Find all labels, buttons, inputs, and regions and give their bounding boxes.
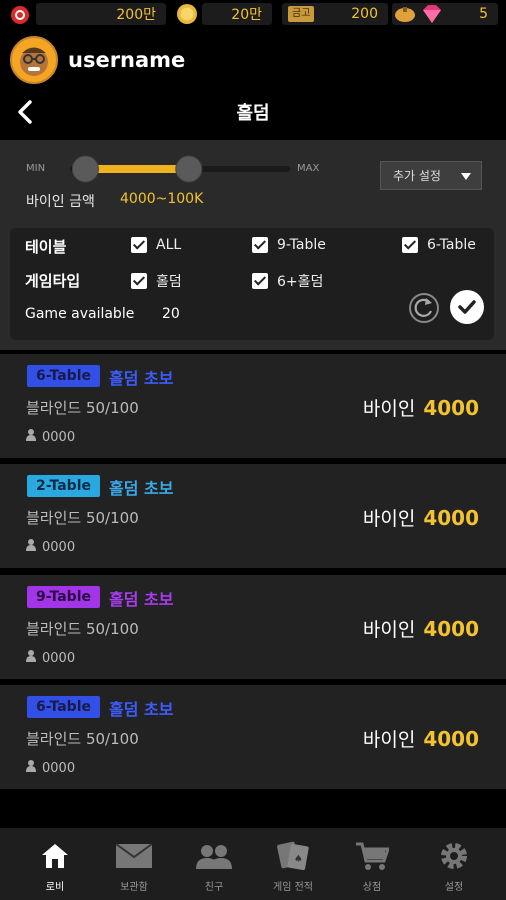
player-count: 0000 [26, 539, 75, 555]
game-room-card[interactable]: 2-Table 홀덤 초보 블라인드 50/100 0000 바이인 4000 [0, 464, 506, 568]
blind-info: 블라인드 50/100 [26, 620, 139, 638]
nav-friends[interactable]: 친구 [174, 838, 254, 893]
more-settings-label: 추가 설정 [393, 169, 441, 183]
reset-button[interactable] [408, 292, 440, 324]
game-room-card[interactable]: 9-Table 홀덤 초보 블라인드 50/100 0000 바이인 4000 [0, 575, 506, 679]
buyin-info: 바이인 4000 [362, 727, 479, 751]
blind-info: 블라인드 50/100 [26, 399, 139, 417]
buyin-info: 바이인 4000 [362, 617, 479, 641]
checkbox-checked-icon [402, 237, 418, 253]
person-icon [26, 760, 36, 776]
buyin-range-slider[interactable] [70, 154, 290, 184]
player-count: 0000 [26, 650, 75, 666]
checkbox-6plus-holdem[interactable]: 6+홀덤 [252, 271, 323, 291]
table-type-badge: 6-Table [27, 696, 101, 718]
more-settings-dropdown[interactable]: 추가 설정 [380, 161, 482, 190]
buyin-range-value: 4000~100K [120, 191, 204, 207]
cards-icon: ♠ [253, 838, 333, 874]
mail-icon [94, 838, 174, 874]
chevron-left-icon [18, 100, 32, 124]
checkbox-holdem[interactable]: 홀덤 [131, 271, 182, 291]
buyin-info: 바이인 4000 [362, 506, 479, 530]
title-bar: 홀덤 [0, 86, 506, 138]
table-type-badge: 9-Table [27, 586, 101, 608]
buyin-label: 바이인 금액 [26, 194, 95, 210]
game-name: 홀덤 초보 [109, 590, 174, 609]
svg-text:♠: ♠ [294, 854, 303, 865]
slider-min-handle[interactable] [71, 155, 99, 183]
slider-max-handle[interactable] [175, 155, 203, 183]
ticket-balance: 금고 200 [282, 3, 388, 25]
filter-panel: MIN MAX 바이인 금액 4000~100K 추가 설정 테이블 게임타입 … [0, 140, 506, 350]
person-icon [26, 650, 36, 666]
gold-coin-icon [176, 3, 198, 25]
blind-info: 블라인드 50/100 [26, 509, 139, 527]
checkbox-checked-icon [252, 273, 268, 289]
username: username [68, 48, 186, 72]
poker-chip-icon [10, 5, 30, 25]
checkbox-checked-icon [252, 237, 268, 253]
gift-bag-icon [394, 5, 416, 27]
caret-down-icon [461, 173, 471, 180]
user-profile[interactable]: username [10, 36, 185, 84]
bottom-nav: 로비 보관함 친구 ♠ 게임 전적 상점 설정 [0, 828, 506, 900]
checkbox-checked-icon [131, 237, 147, 253]
game-available-label: Game available [25, 306, 135, 322]
gold-balance: 20만 [202, 3, 272, 25]
gift-balance[interactable]: 5 [392, 3, 498, 25]
checkbox-all[interactable]: ALL [131, 237, 181, 253]
checkbox-checked-icon [131, 273, 147, 289]
apply-button[interactable] [450, 290, 484, 324]
chips-balance: 200만 [36, 3, 166, 25]
refresh-icon [409, 293, 439, 323]
currency-bar: 200만 20만 금고 200 5 [0, 0, 506, 30]
slider-max-label: MAX [297, 163, 320, 174]
slider-fill [85, 165, 189, 173]
gametype-label: 게임타입 [25, 272, 81, 290]
buyin-info: 바이인 4000 [362, 396, 479, 420]
player-count: 0000 [26, 429, 75, 445]
checkbox-9-table[interactable]: 9-Table [252, 237, 326, 253]
nav-game-record[interactable]: ♠ 게임 전적 [253, 838, 333, 893]
game-room-card[interactable]: 6-Table 홀덤 초보 블라인드 50/100 0000 바이인 4000 [0, 685, 506, 789]
checkbox-6-table[interactable]: 6-Table [402, 237, 476, 253]
person-icon [26, 539, 36, 555]
nav-lobby[interactable]: 로비 [15, 838, 95, 893]
safe-icon: 금고 [288, 6, 315, 22]
game-name: 홀덤 초보 [109, 369, 174, 388]
filter-options: 테이블 게임타입 ALL 9-Table 6-Table 홀덤 6+홀덤 Gam… [10, 228, 494, 340]
table-label: 테이블 [25, 238, 67, 256]
nav-shop[interactable]: 상점 [332, 838, 412, 893]
blind-info: 블라인드 50/100 [26, 730, 139, 748]
friends-icon [174, 838, 254, 874]
gear-icon [414, 838, 494, 874]
game-name: 홀덤 초보 [109, 700, 174, 719]
person-icon [26, 429, 36, 445]
table-type-badge: 2-Table [27, 475, 101, 497]
back-button[interactable] [12, 98, 40, 126]
slider-min-label: MIN [26, 163, 46, 174]
cart-icon [332, 838, 412, 874]
game-name: 홀덤 초보 [109, 479, 174, 498]
nav-mailbox[interactable]: 보관함 [94, 838, 174, 893]
table-type-badge: 6-Table [27, 365, 101, 387]
game-room-card[interactable]: 6-Table 홀덤 초보 블라인드 50/100 0000 바이인 4000 [0, 354, 506, 458]
page-title: 홀덤 [236, 103, 270, 124]
checkmark-icon [458, 300, 476, 314]
diamond-icon [420, 4, 444, 28]
home-icon [15, 838, 95, 874]
nav-settings[interactable]: 설정 [414, 838, 494, 893]
game-available-count: 20 [162, 306, 180, 322]
player-count: 0000 [26, 760, 75, 776]
avatar[interactable] [10, 36, 58, 84]
